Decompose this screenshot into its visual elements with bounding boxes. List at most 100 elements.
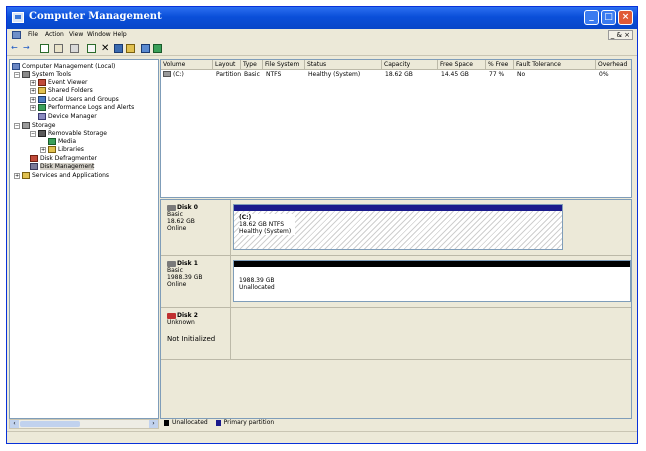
column-header-capacity[interactable]: Capacity (382, 60, 438, 70)
view-icon[interactable] (141, 44, 150, 53)
collapse-icon[interactable]: − (14, 122, 20, 129)
column-header-overhead[interactable]: Overhead (596, 60, 631, 70)
scroll-right-icon[interactable]: › (149, 420, 158, 428)
disk-0-info[interactable]: Disk 0 Basic 18.62 GB Online (161, 200, 231, 255)
cell-overhead: 0% (599, 71, 609, 78)
unallocated-space[interactable]: 1988.39 GB Unallocated (233, 260, 631, 302)
folder-icon[interactable] (126, 44, 135, 53)
cell-layout: Partition (216, 71, 242, 78)
expand-icon[interactable]: + (30, 104, 36, 111)
menu-view[interactable]: View (69, 31, 83, 38)
menu-window[interactable]: Window (87, 31, 111, 38)
tree-item-system-tools[interactable]: − System Tools (14, 71, 71, 79)
maximize-button[interactable]: □ (601, 10, 616, 25)
refresh-icon[interactable] (87, 44, 96, 53)
minimize-button[interactable]: _ (584, 10, 599, 25)
legend-primary-partition: Primary partition (223, 419, 275, 426)
tree-item-event-viewer[interactable]: + Event Viewer (30, 79, 88, 87)
computer-management-icon (12, 12, 24, 23)
column-header-status[interactable]: Status (305, 60, 382, 70)
volume-disk-icon (163, 71, 171, 77)
cell-volume: (C:) (173, 71, 184, 78)
defragmenter-icon (30, 155, 38, 162)
disk-management-icon (30, 163, 38, 170)
scroll-thumb[interactable] (20, 421, 80, 427)
collapse-icon[interactable]: − (14, 71, 20, 78)
title-bar[interactable]: Computer Management _ □ × (7, 7, 637, 29)
show-hide-tree-icon[interactable] (54, 44, 63, 53)
tree-item-disk-defragmenter[interactable]: Disk Defragmenter (30, 155, 97, 163)
forward-arrow-icon[interactable]: → (23, 44, 32, 53)
tree-item-performance-logs-and-alerts[interactable]: + Performance Logs and Alerts (30, 104, 134, 112)
menu-bar: File Action View Window Help _ & × (7, 29, 637, 42)
legend-swatch-unallocated (164, 419, 169, 426)
disk-icon (167, 204, 176, 211)
tree-horizontal-scrollbar[interactable]: ‹ › (9, 419, 159, 429)
tree-item-services-and-applications[interactable]: + Services and Applications (14, 172, 109, 180)
media-icon (48, 138, 56, 145)
status-bar (7, 431, 637, 443)
computer-management-window: Computer Management _ □ × File Action Vi… (6, 6, 638, 444)
mmc-document-icon[interactable] (12, 31, 21, 39)
cell-type: Basic (244, 71, 260, 78)
expand-icon[interactable]: + (14, 172, 20, 179)
cell-capacity: 18.62 GB (385, 71, 413, 78)
volume-list[interactable]: Volume Layout Type File System Status Ca… (160, 59, 632, 198)
disk-2-info[interactable]: Disk 2 Unknown Not Initialized (161, 308, 231, 359)
expand-icon[interactable]: + (40, 146, 46, 153)
disk-0-row[interactable]: Disk 0 Basic 18.62 GB Online (C:) 18.62 … (161, 200, 631, 256)
column-header-volume[interactable]: Volume (161, 60, 213, 70)
event-viewer-icon (38, 79, 46, 86)
collapse-icon[interactable]: − (30, 130, 36, 137)
disk-error-icon (167, 312, 176, 319)
help-icon[interactable] (153, 44, 162, 53)
disk-2-row[interactable]: Disk 2 Unknown Not Initialized (161, 308, 631, 360)
tree-item-media[interactable]: Media (48, 138, 76, 146)
tree-item-storage[interactable]: − Storage (14, 122, 55, 130)
partition-c[interactable]: (C:) 18.62 GB NTFS Healthy (System) (233, 204, 563, 250)
expand-icon[interactable]: + (30, 96, 36, 103)
back-arrow-icon[interactable]: ← (11, 44, 20, 53)
menu-action[interactable]: Action (45, 31, 64, 38)
tree-item-libraries[interactable]: + Libraries (40, 146, 84, 154)
menu-help[interactable]: Help (113, 31, 127, 38)
performance-icon (38, 104, 46, 111)
libraries-icon (48, 146, 56, 153)
column-header-fault-tolerance[interactable]: Fault Tolerance (514, 60, 596, 70)
services-icon (22, 172, 30, 179)
toolbar: ← → ✕ (7, 42, 637, 56)
properties-icon[interactable] (70, 44, 79, 53)
delete-x-icon[interactable]: ✕ (101, 44, 110, 54)
computer-icon (12, 63, 20, 70)
up-one-level-icon[interactable] (40, 44, 49, 53)
console-tree[interactable]: Computer Management (Local) − System Tool… (9, 59, 159, 419)
cell-fault-tolerance: No (517, 71, 526, 78)
expand-icon[interactable]: + (30, 79, 36, 86)
disk-icon[interactable] (114, 44, 123, 53)
close-button[interactable]: × (618, 10, 633, 25)
mdi-window-controls[interactable]: _ & × (607, 30, 633, 40)
tree-item-disk-management[interactable]: Disk Management (30, 163, 95, 171)
cell-free-space: 14.45 GB (441, 71, 469, 78)
tree-item-computer-management[interactable]: Computer Management (Local) (12, 63, 115, 71)
column-header-type[interactable]: Type (241, 60, 263, 70)
disk-1-row[interactable]: Disk 1 Basic 1988.39 GB Online 1988.39 G… (161, 256, 631, 308)
column-header-percent-free[interactable]: % Free (486, 60, 514, 70)
column-header-file-system[interactable]: File System (263, 60, 305, 70)
tree-item-removable-storage[interactable]: − Removable Storage (30, 130, 107, 138)
tools-icon (22, 71, 30, 78)
menu-file[interactable]: File (28, 31, 38, 38)
unallocated-bar (234, 261, 630, 267)
cell-status: Healthy (System) (308, 71, 361, 78)
storage-icon (22, 122, 30, 129)
expand-icon[interactable]: + (30, 87, 36, 94)
column-header-free-space[interactable]: Free Space (438, 60, 486, 70)
cell-file-system: NTFS (266, 71, 282, 78)
column-header-layout[interactable]: Layout (213, 60, 241, 70)
disk-graphical-view[interactable]: Disk 0 Basic 18.62 GB Online (C:) 18.62 … (160, 199, 632, 419)
tree-item-device-manager[interactable]: Device Manager (38, 113, 97, 121)
disk-1-info[interactable]: Disk 1 Basic 1988.39 GB Online (161, 256, 231, 307)
tree-item-shared-folders[interactable]: + Shared Folders (30, 87, 93, 95)
tree-item-local-users-and-groups[interactable]: + Local Users and Groups (30, 96, 119, 104)
scroll-left-icon[interactable]: ‹ (10, 420, 19, 428)
